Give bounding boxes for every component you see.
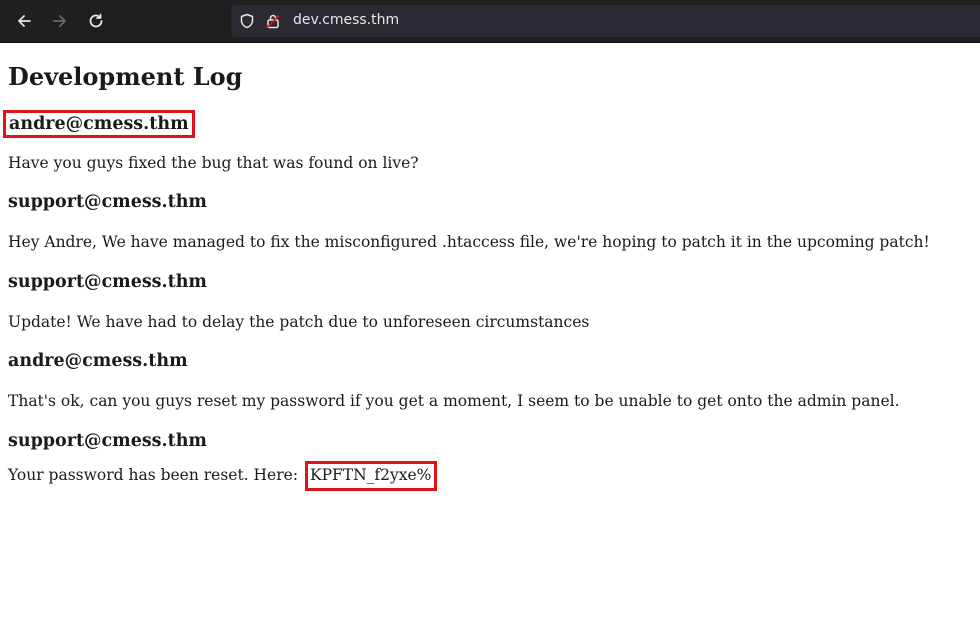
shield-icon[interactable] [239, 13, 255, 29]
entry-author: support@cmess.thm [8, 192, 207, 212]
entry-author: support@cmess.thm [8, 431, 207, 451]
entry-message-password-reset: Your password has been reset. Here: KPFT… [8, 461, 438, 491]
page-title: Development Log [8, 62, 243, 91]
entry-message: Update! We have had to delay the patch d… [8, 313, 590, 331]
entry-message: Hey Andre, We have managed to fix the mi… [8, 233, 930, 251]
address-bar[interactable]: dev.cmess.thm [231, 5, 980, 37]
url-text[interactable]: dev.cmess.thm [293, 12, 399, 28]
entry-author: support@cmess.thm [8, 272, 207, 292]
lock-icon[interactable] [265, 13, 281, 29]
arrow-left-icon [18, 15, 31, 27]
entry-message: That's ok, can you guys reset my passwor… [8, 392, 900, 410]
reload-icon [89, 13, 103, 28]
reload-button[interactable] [83, 8, 109, 34]
entry-author: andre@cmess.thm [3, 110, 195, 138]
browser-toolbar: dev.cmess.thm [0, 0, 980, 43]
entry-message: Have you guys fixed the bug that was fou… [8, 154, 419, 172]
entry-author: andre@cmess.thm [8, 351, 188, 371]
password-value: KPFTN_f2yxe% [304, 461, 438, 491]
arrow-right-icon [53, 15, 66, 27]
back-button[interactable] [11, 8, 37, 34]
page-content: Development Log andre@cmess.thm Have you… [0, 43, 980, 631]
forward-button[interactable] [47, 8, 73, 34]
entry-message-text: Your password has been reset. Here: [8, 466, 299, 484]
